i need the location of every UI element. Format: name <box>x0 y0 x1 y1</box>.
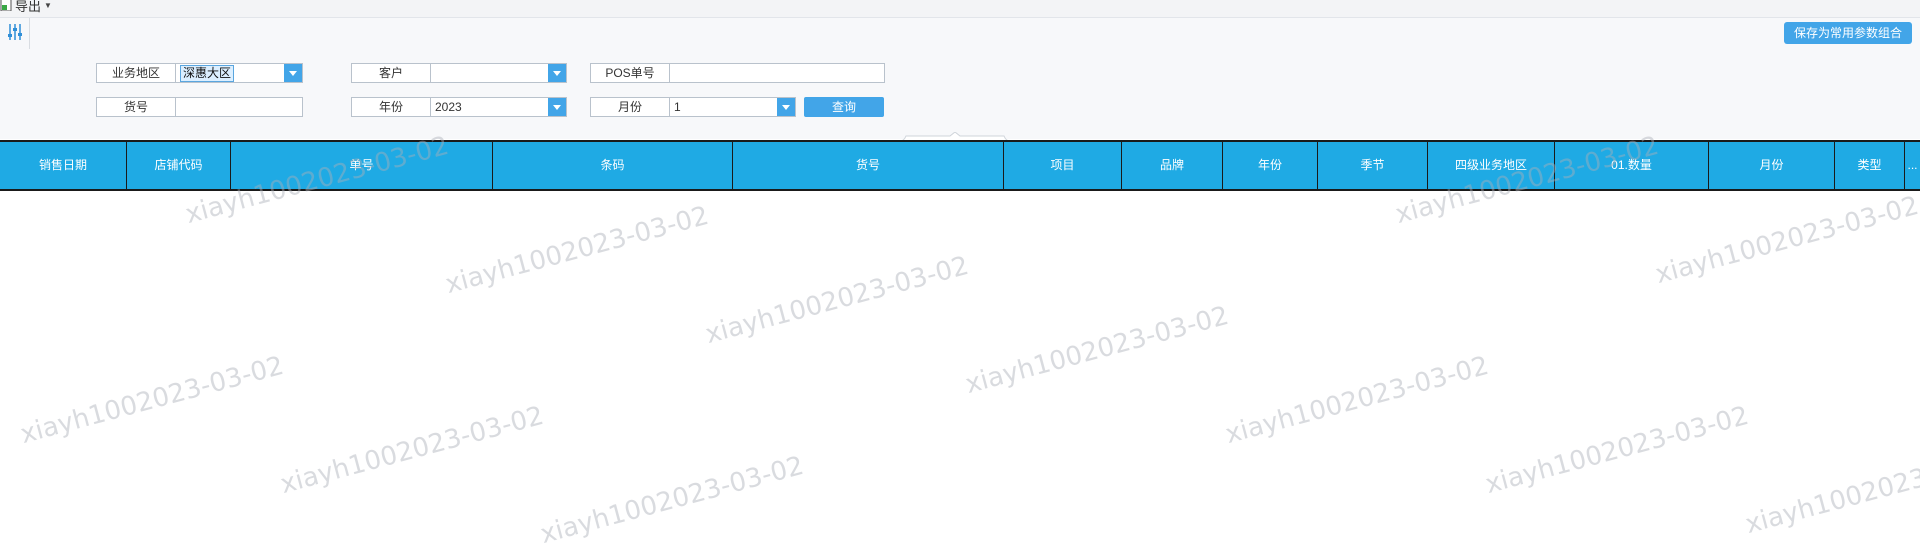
filter-panel: 业务地区 深惠大区 客户 POS单号 货号 年份 2023 月份 1 查询 <box>0 49 1920 142</box>
top-bar: 导出 ▼ <box>0 0 1920 17</box>
column-header-year[interactable]: 年份 <box>1223 142 1318 189</box>
chevron-down-icon: ▼ <box>44 0 52 10</box>
column-header-type[interactable]: 类型 <box>1835 142 1905 189</box>
pos-no-input[interactable] <box>670 63 885 83</box>
watermark-text: xiayh1002023-03-02 <box>442 200 712 300</box>
year-select[interactable]: 2023 <box>431 97 567 117</box>
filter-settings-button[interactable] <box>0 18 30 49</box>
item-no-label: 货号 <box>96 97 176 117</box>
watermark-text: xiayh1002023-03-02 <box>277 400 547 500</box>
customer-select[interactable] <box>431 63 567 83</box>
region-label: 业务地区 <box>96 63 176 83</box>
month-dropdown-button[interactable] <box>777 98 795 116</box>
watermark-text: xiayh1002023-03-02 <box>1482 400 1752 500</box>
year-label: 年份 <box>351 97 431 117</box>
year-dropdown-button[interactable] <box>548 98 566 116</box>
sliders-icon <box>7 23 23 44</box>
query-button[interactable]: 查询 <box>804 97 884 117</box>
item-no-input[interactable] <box>176 97 303 117</box>
pos-no-label: POS单号 <box>590 63 670 83</box>
chevron-down-icon <box>289 70 297 76</box>
watermark-text: xiayh1002023-03-02 <box>1222 350 1492 450</box>
month-filter: 月份 1 <box>590 97 796 117</box>
customer-label: 客户 <box>351 63 431 83</box>
column-header-barcode[interactable]: 条码 <box>493 142 733 189</box>
pos-no-filter: POS单号 <box>590 63 885 83</box>
chevron-down-icon <box>553 104 561 110</box>
month-select[interactable]: 1 <box>670 97 796 117</box>
month-label: 月份 <box>590 97 670 117</box>
export-file-icon <box>0 0 12 14</box>
save-parameter-combination-button[interactable]: 保存为常用参数组合 <box>1783 22 1912 44</box>
export-label: 导出 <box>15 0 42 14</box>
chevron-down-icon <box>782 104 790 110</box>
column-header-item-no[interactable]: 货号 <box>733 142 1004 189</box>
watermark-text: xiayh1002023-03-02 <box>1652 190 1920 290</box>
watermark-text: xiayh1002023-03-02 <box>702 250 972 350</box>
column-header-month[interactable]: 月份 <box>1709 142 1835 189</box>
column-header-season[interactable]: 季节 <box>1318 142 1428 189</box>
customer-dropdown-button[interactable] <box>548 64 566 82</box>
column-header-quantity[interactable]: 01.数量 <box>1555 142 1709 189</box>
watermark-text: xiayh1002023-03-02 <box>17 350 287 450</box>
column-header-level4-region[interactable]: 四级业务地区 <box>1428 142 1555 189</box>
column-header-project[interactable]: 项目 <box>1004 142 1122 189</box>
column-header-store-code[interactable]: 店铺代码 <box>127 142 231 189</box>
region-select[interactable]: 深惠大区 <box>176 63 303 83</box>
column-header-order-no[interactable]: 单号 <box>231 142 493 189</box>
region-selected-chip[interactable]: 深惠大区 <box>180 65 235 82</box>
year-value: 2023 <box>435 100 462 114</box>
watermark-text: xiayh1002023-03-02 <box>1742 440 1920 540</box>
column-header-brand[interactable]: 品牌 <box>1122 142 1223 189</box>
export-button[interactable]: 导出 ▼ <box>0 0 52 14</box>
grid-header: 销售日期 店铺代码 单号 条码 货号 项目 品牌 年份 季节 四级业务地区 01… <box>0 140 1920 191</box>
region-filter: 业务地区 深惠大区 <box>96 63 303 83</box>
chevron-down-icon <box>553 70 561 76</box>
column-header-overflow[interactable]: ... <box>1905 142 1920 189</box>
column-header-sales-date[interactable]: 销售日期 <box>0 142 127 189</box>
month-value: 1 <box>674 100 681 114</box>
watermark-text: xiayh1002023-03-02 <box>537 450 807 547</box>
year-filter: 年份 2023 <box>351 97 567 117</box>
toolbar: 保存为常用参数组合 <box>0 17 1920 50</box>
customer-filter: 客户 <box>351 63 567 83</box>
watermark-text: xiayh1002023-03-02 <box>962 300 1232 400</box>
region-dropdown-button[interactable] <box>284 64 302 82</box>
item-no-filter: 货号 <box>96 97 303 117</box>
